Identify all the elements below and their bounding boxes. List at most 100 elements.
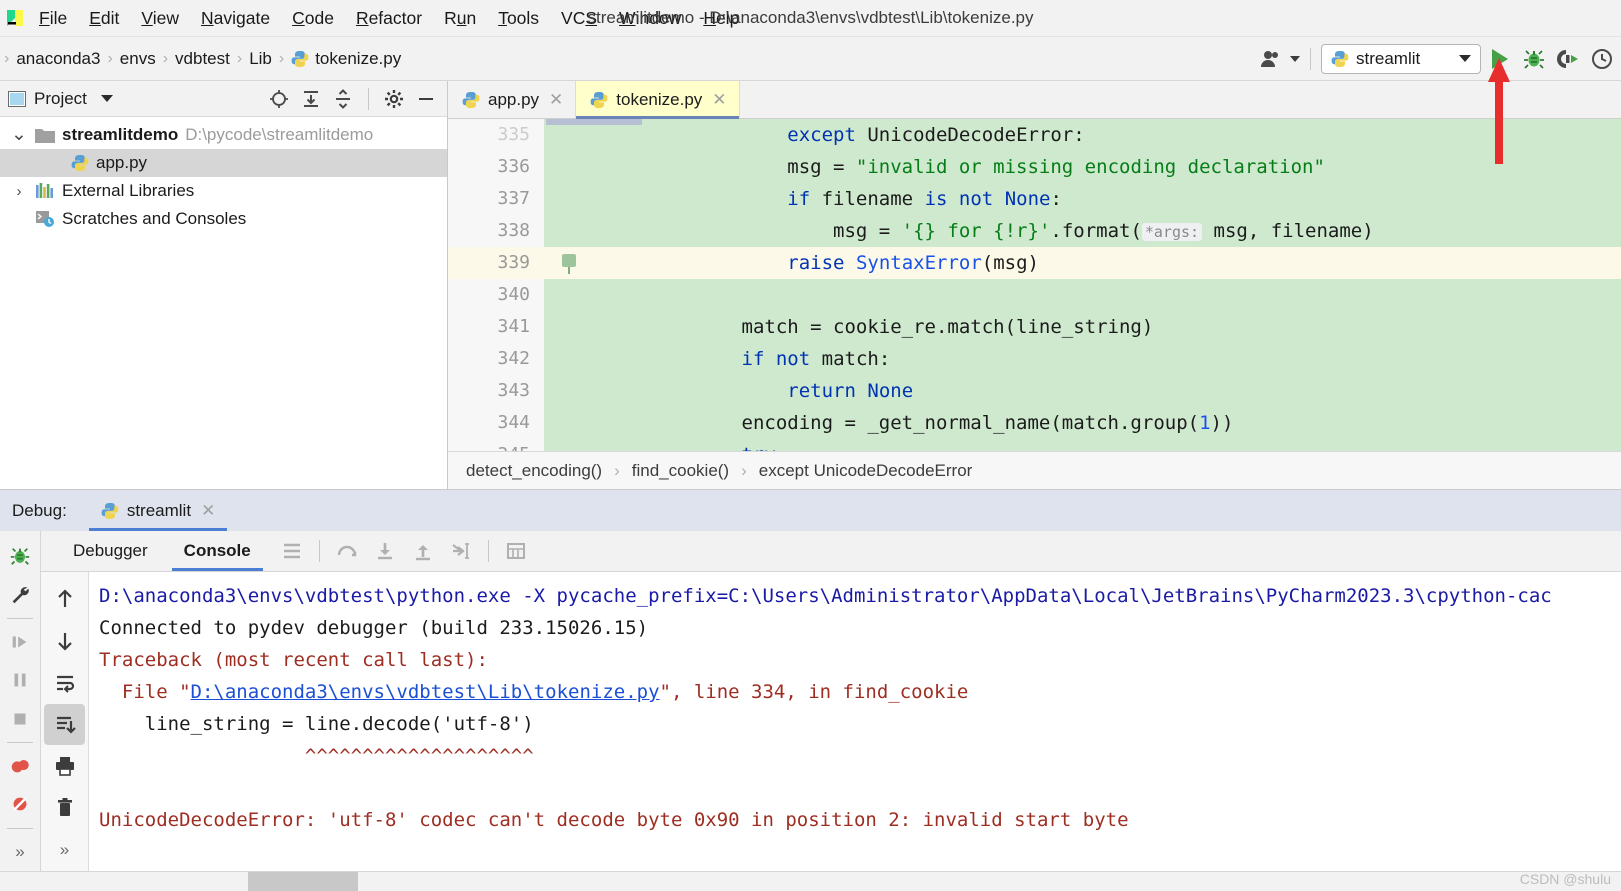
editor-breadcrumb-item[interactable]: except UnicodeDecodeError <box>755 461 977 481</box>
menu-item-view[interactable]: View <box>130 6 190 31</box>
editor-tab-app-py[interactable]: app.py ✕ <box>448 81 577 118</box>
gutter-marker[interactable] <box>544 375 594 407</box>
tree-item-app-py[interactable]: app.py <box>0 149 447 177</box>
resume-program-icon[interactable] <box>0 623 41 661</box>
debug-tab-console[interactable]: Console <box>166 531 269 571</box>
menu-item-window[interactable]: Window <box>608 6 692 31</box>
coverage-button[interactable] <box>1587 44 1617 74</box>
expand-all-icon[interactable] <box>298 86 324 112</box>
breakpoint-gutter[interactable] <box>544 119 594 451</box>
wrench-icon[interactable] <box>0 575 41 613</box>
fold-marker[interactable] <box>594 375 646 407</box>
gutter-marker[interactable] <box>544 439 594 451</box>
chevron-down-icon[interactable] <box>1459 55 1471 62</box>
code-line[interactable]: encoding = _get_normal_name(match.group(… <box>646 407 1621 439</box>
code-line[interactable]: if not match: <box>646 343 1621 375</box>
close-icon[interactable]: ✕ <box>201 501 215 521</box>
soft-wrap-icon[interactable] <box>499 534 533 568</box>
code-line[interactable]: match = cookie_re.match(line_string) <box>646 311 1621 343</box>
menu-item-file[interactable]: File <box>28 6 78 31</box>
tree-item-external-libraries[interactable]: › External Libraries <box>0 177 447 205</box>
pause-program-icon[interactable] <box>0 661 41 699</box>
gutter-marker[interactable] <box>544 215 594 247</box>
gutter-marker[interactable] <box>544 151 594 183</box>
debug-tab-debugger[interactable]: Debugger <box>55 531 166 571</box>
close-icon[interactable]: ✕ <box>549 90 563 110</box>
menu-item-navigate[interactable]: Navigate <box>190 6 281 31</box>
gutter-marker[interactable] <box>544 311 594 343</box>
fold-marker[interactable] <box>594 407 646 439</box>
gutter-marker[interactable] <box>544 343 594 375</box>
run-configuration-selector[interactable]: streamlit <box>1321 43 1481 74</box>
expand-rail-icon[interactable]: » <box>44 829 85 871</box>
mute-breakpoints-icon[interactable] <box>0 785 41 823</box>
gutter-marker[interactable] <box>544 279 594 311</box>
editor-breadcrumb-item[interactable]: find_cookie() <box>628 461 733 481</box>
menu-item-refactor[interactable]: Refactor <box>345 6 433 31</box>
fold-marker[interactable] <box>594 311 646 343</box>
code-fold-gutter[interactable] <box>594 119 646 451</box>
scroll-up-icon[interactable] <box>44 578 85 620</box>
tree-item-streamlitdemo[interactable]: ⌄ streamlitdemo D:\pycode\streamlitdemo <box>0 121 447 149</box>
code-line[interactable]: except UnicodeDecodeError: <box>646 119 1621 151</box>
menu-item-vcs[interactable]: VCS <box>550 6 608 31</box>
code-line[interactable]: msg = "invalid or missing encoding decla… <box>646 151 1621 183</box>
code-line[interactable]: if filename is not None: <box>646 183 1621 215</box>
debug-button[interactable] <box>1519 44 1549 74</box>
menu-item-help[interactable]: Help <box>692 6 750 31</box>
step-over-icon[interactable] <box>330 534 364 568</box>
editor-tab-tokenize-py[interactable]: tokenize.py ✕ <box>576 81 740 119</box>
stop-program-icon[interactable] <box>0 700 41 738</box>
step-out-icon[interactable] <box>406 534 440 568</box>
code-lines[interactable]: except UnicodeDecodeError: msg = "invali… <box>646 119 1621 451</box>
run-to-cursor-icon[interactable] <box>444 534 478 568</box>
code-editor[interactable]: 335 336 337 338 339 340 341 342 343 344 345 except… <box>448 119 1621 451</box>
fold-marker[interactable] <box>594 279 646 311</box>
fold-marker[interactable] <box>594 183 646 215</box>
expand-rail-icon[interactable]: » <box>0 833 41 871</box>
fold-marker[interactable] <box>594 151 646 183</box>
breadcrumb-item-tokenize-py[interactable]: tokenize.py <box>288 49 404 69</box>
collapse-all-icon[interactable] <box>330 86 356 112</box>
fold-marker[interactable] <box>594 247 646 279</box>
editor-breadcrumb-item[interactable]: detect_encoding() <box>462 461 606 481</box>
locate-icon[interactable] <box>266 86 292 112</box>
debug-bug-icon[interactable] <box>0 537 41 575</box>
menu-lines-icon[interactable] <box>275 534 309 568</box>
minimize-icon[interactable] <box>413 86 439 112</box>
gutter-marker[interactable] <box>544 247 594 279</box>
console-file-link[interactable]: D:\anaconda3\envs\vdbtest\Lib\tokenize.p… <box>191 681 660 703</box>
menu-item-edit[interactable]: Edit <box>78 6 130 31</box>
run-button[interactable] <box>1485 44 1515 74</box>
project-panel-dropdown-icon[interactable] <box>100 95 113 102</box>
step-into-icon[interactable] <box>368 534 402 568</box>
tree-item-scratches-and-consoles[interactable]: Scratches and Consoles <box>0 205 447 233</box>
fold-marker[interactable] <box>594 343 646 375</box>
clear-all-icon[interactable] <box>44 787 85 829</box>
soft-wrap-icon[interactable] <box>44 662 85 704</box>
horizontal-scrollbar-top[interactable] <box>546 119 642 125</box>
code-line[interactable]: try: <box>646 439 1621 451</box>
view-breakpoints-icon[interactable] <box>0 747 41 785</box>
fold-marker[interactable] <box>594 439 646 451</box>
breadcrumb-item-anaconda3[interactable]: anaconda3 <box>13 49 103 69</box>
code-line[interactable]: msg = '{} for {!r}'.format(*args: msg, f… <box>646 215 1621 247</box>
close-icon[interactable]: ✕ <box>712 90 726 110</box>
user-icon[interactable] <box>1256 44 1286 74</box>
fold-marker[interactable] <box>594 215 646 247</box>
scroll-to-end-icon[interactable] <box>44 703 85 746</box>
console-output[interactable]: D:\anaconda3\envs\vdbtest\python.exe -X … <box>89 572 1621 871</box>
attach-debugger-button[interactable] <box>1553 44 1583 74</box>
code-line[interactable] <box>646 279 1621 311</box>
code-line[interactable]: return None <box>646 375 1621 407</box>
breadcrumb-item-envs[interactable]: envs <box>117 49 159 69</box>
gutter-marker[interactable] <box>544 407 594 439</box>
scroll-down-icon[interactable] <box>44 620 85 662</box>
chevron-down-icon[interactable]: ⌄ <box>10 125 28 144</box>
code-line[interactable]: raise SyntaxError(msg) <box>646 247 1621 279</box>
breadcrumb-item-vdbtest[interactable]: vdbtest <box>172 49 233 69</box>
breadcrumb-item-lib[interactable]: Lib <box>246 49 275 69</box>
debug-session-tab[interactable]: streamlit ✕ <box>88 490 228 531</box>
menu-item-code[interactable]: Code <box>281 6 345 31</box>
gutter-marker[interactable] <box>544 183 594 215</box>
